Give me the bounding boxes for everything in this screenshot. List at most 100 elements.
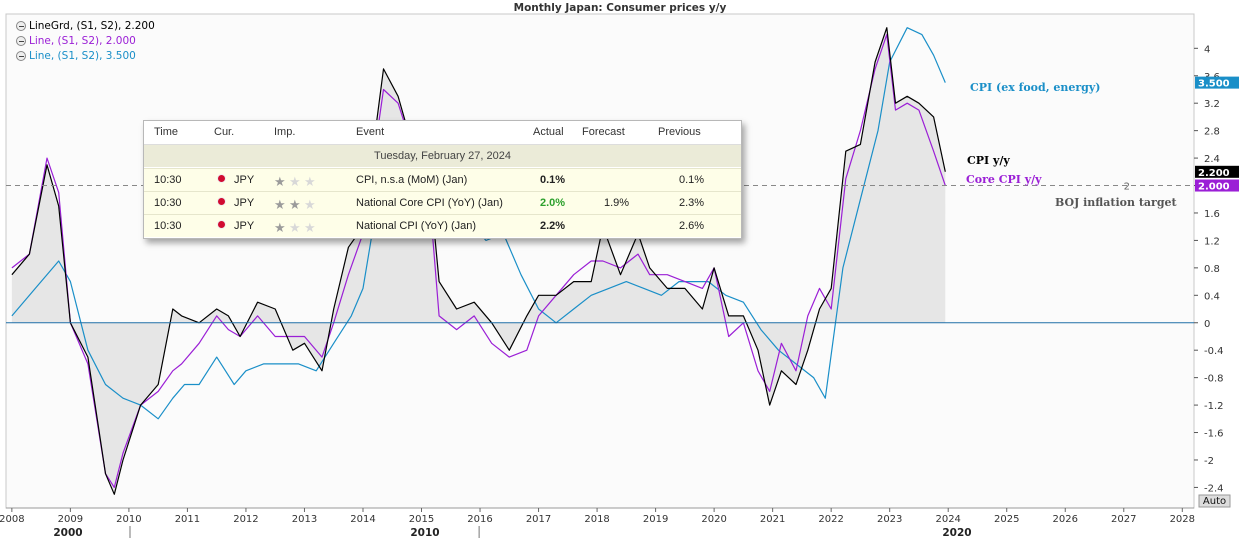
x-tick-label: 2013 [292, 514, 317, 525]
x-tick-label: 2009 [58, 514, 83, 525]
y-tick-label: 0.4 [1204, 291, 1220, 302]
x-tick-label: 2011 [175, 514, 200, 525]
x-tick-label: 2012 [233, 514, 258, 525]
importance-star-icon: ★ [274, 220, 286, 235]
col-forecast: Forecast [582, 126, 625, 138]
row-time: 10:30 [154, 197, 182, 209]
importance-star-icon: ★ [304, 174, 316, 189]
x-tick-label: 2023 [877, 514, 902, 525]
row-actual: 0.1% [540, 174, 566, 186]
row-time: 10:30 [154, 220, 182, 232]
chart-window: Monthly Japan: Consumer prices y/y 43.63… [0, 0, 1240, 539]
x-tick-label: 2021 [760, 514, 785, 525]
x-tick-label: 2008 [0, 514, 25, 525]
legend-toggle-icon[interactable] [16, 51, 26, 61]
japan-flag-icon [217, 174, 226, 183]
row-currency: JPY [234, 174, 255, 186]
row-event: National CPI (YoY) (Jan) [356, 220, 477, 232]
series-annotation: Core CPI y/y [966, 173, 1042, 186]
y-tick-label: -1.2 [1204, 401, 1224, 412]
col-importance: Imp. [274, 126, 296, 138]
japan-flag-icon [217, 197, 226, 206]
x-tick-label: 2028 [1170, 514, 1195, 525]
y-tick-label: 1.2 [1204, 236, 1220, 247]
y-tick-label: -0.4 [1204, 346, 1224, 357]
decade-label: 2020 [942, 527, 971, 539]
y-tick-label: -1.6 [1204, 429, 1224, 440]
x-tick-label: 2015 [409, 514, 434, 525]
legend-label: Line, (S1, S2), 2.000 [29, 35, 136, 47]
y-tick-label: 2.4 [1204, 154, 1220, 165]
importance-star-icon: ★ [289, 197, 301, 212]
economic-calendar-popup[interactable]: Time Cur. Imp. Event Actual Forecast Pre… [143, 120, 742, 239]
x-tick-label: 2022 [818, 514, 843, 525]
x-tick-label: 2016 [467, 514, 492, 525]
x-tick-label: 2024 [935, 514, 960, 525]
legend-item-cpi-ex[interactable]: Line, (S1, S2), 3.500 [16, 50, 136, 62]
row-forecast: 1.9% [604, 197, 630, 209]
importance-star-icon: ★ [304, 220, 316, 235]
x-tick-label: 2026 [1053, 514, 1078, 525]
y-tick-label: 1.6 [1204, 209, 1220, 220]
row-actual: 2.2% [540, 220, 566, 232]
row-actual: 2.0% [540, 197, 566, 209]
y-tick-label: 4 [1204, 44, 1210, 55]
chart-svg: Monthly Japan: Consumer prices y/y 43.63… [0, 0, 1240, 539]
last-value-label: 3.500 [1198, 79, 1230, 90]
decade-label: 2010 [410, 527, 439, 539]
boj-target-tick: 2 [1124, 182, 1130, 193]
x-tick-label: 2017 [526, 514, 551, 525]
x-tick-label: 2020 [701, 514, 726, 525]
row-previous: 2.3% [679, 197, 705, 209]
calendar-date: Tuesday, February 27, 2024 [144, 145, 741, 167]
y-tick-label: 2.8 [1204, 127, 1220, 138]
row-previous: 2.6% [679, 220, 705, 232]
calendar-row[interactable]: 10:30 JPY ★ ★ ★ CPI, n.s.a (MoM) (Jan) 0.1% 0.1… [144, 168, 741, 191]
x-tick-label: 2014 [350, 514, 375, 525]
y-tick-label: 0 [1204, 319, 1210, 330]
row-time: 10:30 [154, 174, 182, 186]
col-event: Event [356, 126, 385, 138]
y-tick-label: -0.8 [1204, 374, 1224, 385]
col-time: Time [154, 126, 179, 138]
y-tick-label: -2 [1204, 456, 1214, 467]
series-annotation: CPI (ex food, energy) [970, 81, 1100, 94]
last-value-label: 2.000 [1198, 182, 1230, 193]
importance-star-icon: ★ [289, 220, 301, 235]
chart-title: Monthly Japan: Consumer prices y/y [514, 2, 727, 14]
x-tick-label: 2019 [643, 514, 668, 525]
y-tick-label: 3.2 [1204, 99, 1220, 110]
legend-label: LineGrd, (S1, S2), 2.200 [29, 20, 155, 32]
decade-label: 2000 [53, 527, 82, 539]
calendar-header: Time Cur. Imp. Event Actual Forecast Pre… [144, 121, 741, 145]
col-actual: Actual [533, 126, 564, 138]
legend-item-core-cpi[interactable]: Line, (S1, S2), 2.000 [16, 35, 136, 47]
series-annotation: BOJ inflation target [1055, 196, 1178, 209]
importance-star-icon: ★ [289, 174, 301, 189]
x-tick-label: 2027 [1111, 514, 1136, 525]
legend-item-cpi[interactable]: LineGrd, (S1, S2), 2.200 [16, 20, 155, 32]
row-event: CPI, n.s.a (MoM) (Jan) [356, 174, 468, 186]
legend-toggle-icon[interactable] [16, 21, 26, 31]
col-currency: Cur. [214, 126, 235, 138]
calendar-row[interactable]: 10:30 JPY ★ ★ ★ National Core CPI (YoY) (Jan)… [144, 191, 741, 214]
series-annotation: CPI y/y [967, 154, 1010, 167]
importance-star-icon: ★ [304, 197, 316, 212]
x-tick-label: 2018 [584, 514, 609, 525]
row-previous: 0.1% [679, 174, 705, 186]
row-currency: JPY [234, 197, 255, 209]
importance-star-icon: ★ [274, 174, 286, 189]
auto-scale-label: Auto [1203, 496, 1226, 507]
x-tick-label: 2010 [116, 514, 141, 525]
col-previous: Previous [658, 126, 701, 138]
y-tick-label: 0.8 [1204, 264, 1220, 275]
legend-toggle-icon[interactable] [16, 36, 26, 46]
legend-label: Line, (S1, S2), 3.500 [29, 50, 136, 62]
importance-star-icon: ★ [274, 197, 286, 212]
row-currency: JPY [234, 220, 255, 232]
y-tick-label: -2.4 [1204, 483, 1224, 494]
japan-flag-icon [217, 220, 226, 229]
x-tick-label: 2025 [994, 514, 1019, 525]
calendar-row[interactable]: 10:30 JPY ★ ★ ★ National CPI (YoY) (Jan) 2.2% 2… [144, 214, 741, 237]
last-value-label: 2.200 [1198, 168, 1230, 179]
